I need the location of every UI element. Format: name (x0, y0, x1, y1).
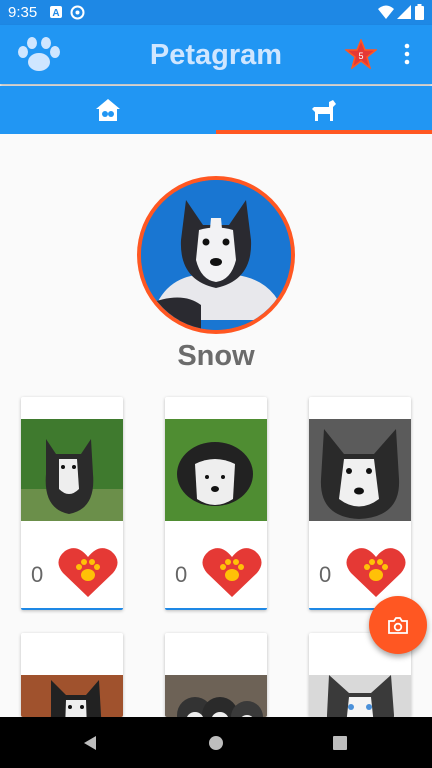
back-triangle-icon (84, 735, 96, 750)
camera-icon (388, 616, 408, 634)
profile-avatar (137, 176, 295, 334)
card-divider (21, 608, 123, 610)
status-bar: 9:35 A (0, 0, 432, 25)
photo-card[interactable]: 0 (21, 397, 123, 610)
signal-icon (397, 5, 411, 19)
home-pet-icon (96, 99, 120, 121)
profile-name: Snow (177, 340, 255, 372)
tab-home[interactable] (0, 86, 216, 134)
nav-home-button[interactable] (186, 717, 246, 768)
status-time: 9:35 (8, 4, 38, 21)
card-divider (165, 608, 267, 610)
dog-icon (312, 100, 336, 121)
favorites-star-icon[interactable]: 5 (345, 39, 377, 69)
like-count: 0 (175, 562, 188, 587)
home-circle-icon (209, 735, 223, 750)
photo-card[interactable] (21, 633, 123, 717)
photo-card[interactable]: 0 (309, 397, 411, 610)
battery-icon (415, 4, 424, 20)
app-bar: Petagram 5 (0, 25, 432, 84)
nav-recents-button[interactable] (310, 717, 370, 768)
husky-photo (165, 675, 267, 717)
overflow-menu-icon[interactable] (403, 43, 411, 65)
like-count: 0 (319, 562, 332, 587)
sync-icon (70, 5, 85, 20)
husky-profile-image (141, 180, 291, 330)
svg-text:5: 5 (358, 51, 363, 61)
like-count: 0 (31, 562, 44, 587)
nav-back-button[interactable] (60, 717, 120, 768)
like-heart-icon[interactable] (345, 545, 407, 599)
husky-photo (21, 675, 123, 717)
svg-text:A: A (52, 8, 59, 19)
husky-photo (309, 675, 411, 717)
photo-card[interactable] (165, 633, 267, 717)
camera-fab-button[interactable] (369, 596, 427, 654)
recents-square-icon (333, 735, 347, 750)
tab-indicator (216, 130, 432, 134)
photo-card[interactable]: 0 (165, 397, 267, 610)
notification-a-icon: A (50, 6, 62, 19)
like-heart-icon[interactable] (57, 545, 119, 599)
husky-photo (21, 419, 123, 521)
husky-photo (309, 419, 411, 521)
like-heart-icon[interactable] (201, 545, 263, 599)
wifi-icon (378, 5, 394, 19)
system-nav-bar (0, 717, 432, 768)
tab-profile[interactable] (216, 86, 432, 134)
tab-bar (0, 86, 432, 134)
husky-photo (165, 419, 267, 521)
